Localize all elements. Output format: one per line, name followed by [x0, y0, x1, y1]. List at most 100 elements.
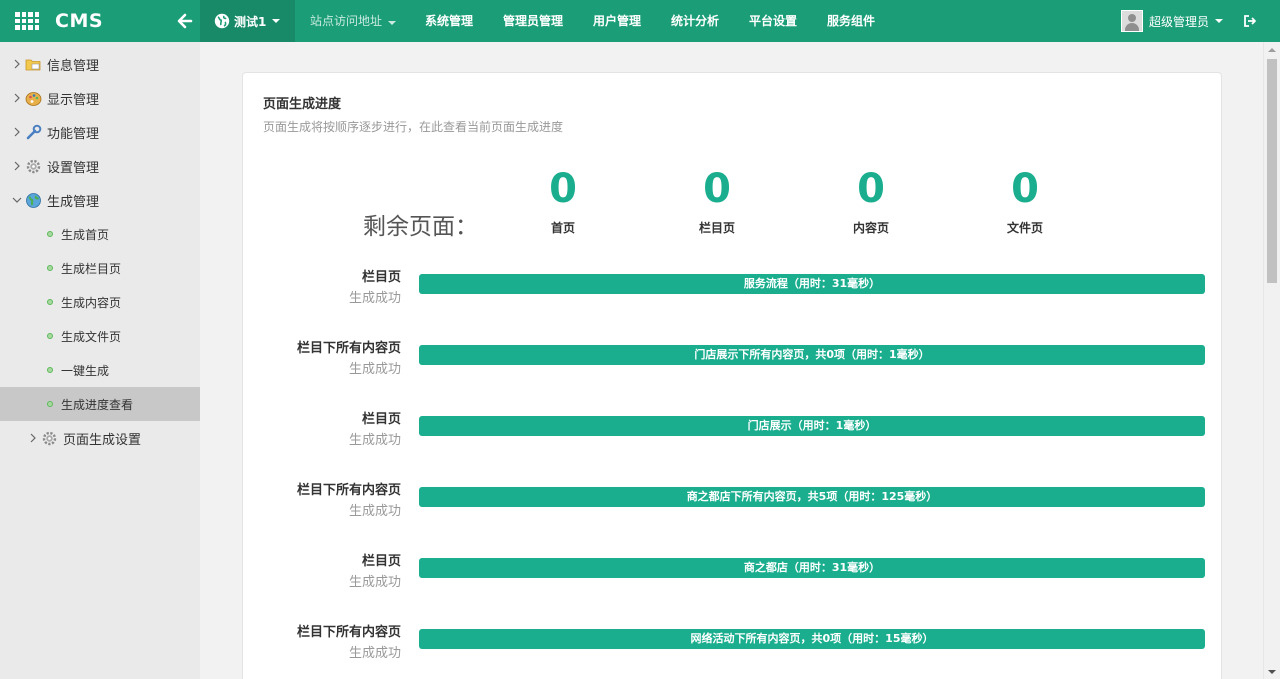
task-row: 栏目页 生成成功 服务流程（用时：31毫秒）	[243, 266, 1223, 310]
sidebar-item-function[interactable]: 功能管理	[0, 115, 200, 149]
counter-value: 0	[1011, 166, 1039, 212]
palette-icon	[25, 91, 42, 106]
bullet-icon	[47, 333, 53, 339]
user-menu[interactable]: 超级管理员	[1121, 10, 1224, 32]
chevron-right-icon	[30, 433, 36, 443]
site-selector-label: 测试1	[234, 14, 267, 29]
nav-system[interactable]: 系统管理	[425, 0, 473, 42]
task-type: 栏目页	[361, 554, 401, 569]
task-row: 栏目下所有内容页 生成成功 商之都店下所有内容页，共5项（用时：125毫秒）	[243, 479, 1223, 523]
grid-menu-icon[interactable]	[15, 12, 39, 30]
task-status: 生成成功	[348, 646, 401, 661]
sidebar-subitem-label: 生成进度查看	[61, 397, 134, 412]
chevron-right-icon	[14, 59, 20, 69]
sidebar-subitem-one-click[interactable]: 一键生成	[0, 353, 200, 387]
chevron-right-icon	[14, 93, 20, 103]
sidebar-item-page-settings[interactable]: 页面生成设置	[0, 421, 200, 455]
sidebar-subitem-label: 一键生成	[61, 363, 110, 378]
folder-icon	[25, 59, 41, 70]
sidebar-subitem-label: 生成内容页	[61, 295, 122, 310]
bullet-icon	[47, 401, 53, 407]
counter-value: 0	[549, 166, 577, 212]
brand[interactable]: CMS	[0, 0, 170, 42]
task-status: 生成成功	[348, 575, 401, 590]
nav-admin[interactable]: 管理员管理	[503, 0, 563, 42]
counter-value: 0	[857, 166, 885, 212]
counter-channel: 0 栏目页	[677, 165, 757, 236]
sidebar-subitem-home[interactable]: 生成首页	[0, 217, 200, 251]
gear-icon	[42, 431, 57, 445]
task-type: 栏目下所有内容页	[296, 625, 401, 640]
task-progress-bar: 商之都店下所有内容页，共5项（用时：125毫秒）	[419, 487, 1205, 507]
vertical-scrollbar[interactable]	[1263, 42, 1280, 679]
sidebar-subitem-content[interactable]: 生成内容页	[0, 285, 200, 319]
counter-content: 0 内容页	[831, 165, 911, 236]
counter-label: 内容页	[852, 221, 889, 235]
counter-file: 0 文件页	[985, 165, 1065, 236]
progress-card: 页面生成进度 页面生成将按顺序逐步进行，在此查看当前页面生成进度 剩余页面： 0…	[242, 72, 1222, 679]
task-type: 栏目下所有内容页	[296, 483, 401, 498]
scrollbar-thumb[interactable]	[1267, 59, 1277, 283]
site-selector-button[interactable]: 测试1	[200, 0, 295, 42]
nav-platform[interactable]: 平台设置	[749, 0, 797, 42]
task-row: 栏目页 生成成功 商之都店（用时：31毫秒）	[243, 550, 1223, 594]
nav-users[interactable]: 用户管理	[593, 0, 641, 42]
sidebar-subitem-channel[interactable]: 生成栏目页	[0, 251, 200, 285]
chevron-down-icon	[12, 197, 22, 203]
counter-label: 文件页	[1006, 221, 1043, 235]
sidebar-subitem-progress[interactable]: 生成进度查看	[0, 387, 200, 421]
sidebar-item-settings[interactable]: 设置管理	[0, 149, 200, 183]
main-content: 页面生成进度 页面生成将按顺序逐步进行，在此查看当前页面生成进度 剩余页面： 0…	[200, 42, 1263, 679]
task-progress-bar: 门店展示下所有内容页，共0项（用时：1毫秒）	[419, 345, 1205, 365]
chevron-right-icon	[14, 127, 20, 137]
task-status: 生成成功	[348, 504, 401, 519]
bullet-icon	[47, 231, 53, 237]
remaining-pages-label: 剩余页面：	[363, 214, 478, 240]
task-status: 生成成功	[348, 362, 401, 377]
brand-title: CMS	[55, 10, 104, 32]
task-progress-bar: 服务流程（用时：31毫秒）	[419, 274, 1205, 294]
nav-site-url-label: 站点访问地址	[310, 14, 383, 28]
nav-site-url[interactable]: 站点访问地址	[310, 0, 397, 42]
sidebar-item-generate[interactable]: 生成管理	[0, 183, 200, 217]
top-navbar: CMS 测试1 站点访问地址 系统管理 管理员管理 用户管理 统计分析 平台设置…	[0, 0, 1280, 42]
wrench-icon	[26, 124, 42, 139]
sidebar-item-label: 功能管理	[47, 126, 100, 142]
sidebar-item-info[interactable]: 信息管理	[0, 47, 200, 81]
bullet-icon	[47, 299, 53, 305]
chevron-down-icon	[388, 21, 397, 25]
sidebar-subitem-label: 生成首页	[61, 227, 110, 242]
back-arrow-icon[interactable]	[176, 11, 194, 31]
sidebar-item-label: 生成管理	[47, 194, 100, 210]
chevron-down-icon	[1215, 19, 1224, 23]
sidebar-item-label: 信息管理	[47, 58, 100, 74]
chevron-down-icon	[272, 19, 281, 23]
task-status: 生成成功	[348, 433, 401, 448]
sidebar: 信息管理 显示管理 功能管理 设置管理 生成管理 生成首页 生成栏目页 生成内容…	[0, 42, 200, 679]
user-name: 超级管理员	[1149, 14, 1210, 29]
gear-icon	[26, 159, 41, 173]
task-type: 栏目下所有内容页	[296, 341, 401, 356]
task-type: 栏目页	[361, 412, 401, 427]
bullet-icon	[47, 265, 53, 271]
page-subtitle: 页面生成将按顺序逐步进行，在此查看当前页面生成进度	[263, 120, 564, 134]
sidebar-item-label: 页面生成设置	[63, 432, 142, 448]
nav-services[interactable]: 服务组件	[827, 0, 875, 42]
globe-icon	[214, 13, 230, 29]
sidebar-item-display[interactable]: 显示管理	[0, 81, 200, 115]
nav-stats[interactable]: 统计分析	[671, 0, 719, 42]
sidebar-subitem-label: 生成栏目页	[61, 261, 122, 276]
task-row: 栏目下所有内容页 生成成功 网络活动下所有内容页，共0项（用时：15毫秒）	[243, 621, 1223, 665]
logout-icon[interactable]	[1243, 14, 1257, 28]
task-row: 栏目下所有内容页 生成成功 门店展示下所有内容页，共0项（用时：1毫秒）	[243, 337, 1223, 381]
task-row: 栏目页 生成成功 门店展示（用时：1毫秒）	[243, 408, 1223, 452]
counter-label: 栏目页	[698, 221, 735, 235]
scroll-down-arrow-icon[interactable]	[1268, 670, 1276, 674]
scroll-up-arrow-icon[interactable]	[1268, 48, 1276, 52]
counter-home: 0 首页	[523, 165, 603, 236]
sidebar-item-label: 设置管理	[47, 160, 100, 176]
bullet-icon	[47, 367, 53, 373]
task-type: 栏目页	[361, 270, 401, 285]
task-progress-bar: 网络活动下所有内容页，共0项（用时：15毫秒）	[419, 629, 1205, 649]
sidebar-subitem-file[interactable]: 生成文件页	[0, 319, 200, 353]
